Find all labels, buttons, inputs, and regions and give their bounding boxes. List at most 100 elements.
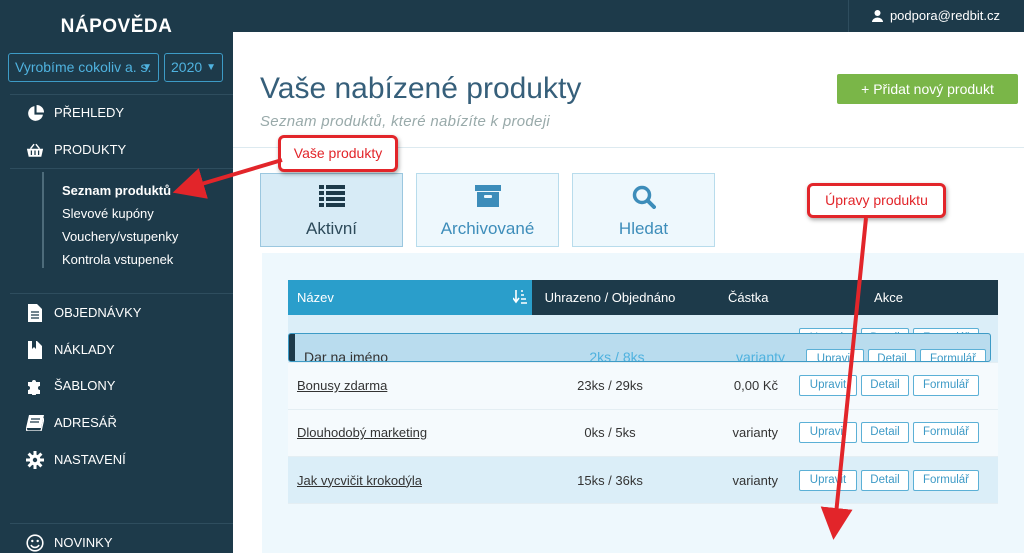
sidebar-item-adresar[interactable]: ADRESÁŘ: [0, 407, 233, 439]
divider: [848, 0, 849, 32]
bookmark-icon: [26, 341, 44, 359]
actions-cell: UpravitDetailFormulář: [779, 362, 998, 410]
puzzle-icon: [26, 377, 44, 395]
table-row: Jak vycvičit krokodýla 15ks / 36ks variant…: [288, 456, 998, 504]
archive-icon: [417, 185, 558, 211]
header-label: Název: [297, 290, 334, 305]
sidebar: NÁPOVĚDA Vyrobíme cokoliv a. s. ▼ 2020 ▼ P…: [0, 0, 233, 553]
paid-cell: 0ks / 5ks: [532, 409, 688, 457]
column-header-paid: Uhrazeno / Objednáno: [532, 280, 688, 315]
gear-icon: [26, 451, 44, 469]
sidebar-item-label: PRODUKTY: [54, 142, 127, 157]
form-button[interactable]: Formulář: [913, 375, 979, 396]
sidebar-item-objednavky[interactable]: OBJEDNÁVKY: [0, 297, 233, 329]
products-table: Název Uhrazeno / Objednáno Částka Akce A…: [288, 280, 998, 504]
sidebar-item-sablony[interactable]: ŠABLONY: [0, 370, 233, 402]
book-icon: [26, 414, 44, 432]
form-button[interactable]: Formulář: [920, 348, 986, 361]
submenu-item-vouchers[interactable]: Vouchery/vstupenky: [62, 227, 178, 247]
detail-button[interactable]: Detail: [861, 469, 909, 491]
basket-icon: [26, 141, 44, 159]
paid-cell: 15ks / 36ks: [532, 456, 688, 504]
page-subtitle: Seznam produktů, které nabízíte k prodej…: [260, 113, 550, 130]
tab-archived[interactable]: Archivované: [416, 173, 559, 247]
product-name-link[interactable]: Jak vycvičit krokodýla: [297, 473, 422, 488]
tab-search[interactable]: Hledat: [572, 173, 715, 247]
divider: [10, 293, 233, 294]
sidebar-item-prehledy[interactable]: PŘEHLEDY: [0, 97, 233, 129]
document-icon: [26, 304, 44, 322]
actions-cell: Upravit Detail Formulář: [786, 334, 990, 361]
sidebar-item-label: ŠABLONY: [54, 378, 116, 393]
sidebar-item-produkty[interactable]: PRODUKTY: [0, 134, 233, 166]
year-select-value: 2020: [171, 59, 203, 75]
product-name-cell: Jak vycvičit krokodýla: [288, 456, 532, 504]
product-name-cell: Dar na jméno: [295, 334, 539, 361]
sidebar-item-novinky[interactable]: NOVINKY: [0, 527, 233, 553]
tab-label: Archivované: [440, 219, 535, 238]
sort-icon[interactable]: [512, 290, 527, 307]
search-icon: [573, 185, 714, 211]
page-title: Vaše nabízené produkty: [260, 72, 582, 105]
form-button[interactable]: Formulář: [913, 422, 979, 444]
amount-cell: varianty: [695, 334, 786, 361]
company-select[interactable]: Vyrobíme cokoliv a. s. ▼: [8, 53, 159, 82]
smile-icon: [26, 534, 44, 552]
product-name-cell: Bonusy zdarma: [288, 362, 532, 410]
column-header-amount: Částka: [688, 280, 779, 315]
chevron-down-icon: ▼: [142, 62, 152, 73]
sidebar-item-label: NOVINKY: [54, 535, 113, 550]
add-product-button[interactable]: + Přidat nový produkt: [837, 74, 1018, 104]
table-row: Dlouhodobý marketing 0ks / 5ks varianty Upr…: [288, 409, 998, 457]
chevron-down-icon: ▼: [206, 62, 216, 73]
sidebar-title: NÁPOVĚDA: [60, 16, 173, 37]
product-name-link[interactable]: Dar na jméno: [304, 349, 388, 361]
sidebar-item-label: OBJEDNÁVKY: [54, 305, 142, 320]
paid-cell: 23ks / 29ks: [532, 362, 688, 410]
submenu-item-coupons[interactable]: Slevové kupóny: [62, 204, 154, 224]
amount-cell: varianty: [688, 456, 779, 504]
sidebar-item-label: NASTAVENÍ: [54, 452, 126, 467]
amount-cell: varianty: [688, 409, 779, 457]
divider: [10, 94, 233, 95]
form-button[interactable]: Formulář: [913, 469, 979, 491]
column-header-actions: Akce: [779, 280, 998, 315]
sidebar-item-naklady[interactable]: NÁKLADY: [0, 334, 233, 366]
paid-cell: 2ks / 8ks: [539, 334, 695, 361]
table-row: Dar na jméno 2ks / 8ks varianty Upravit Deta…: [288, 333, 991, 362]
submenu-item-ticket-check[interactable]: Kontrola vstupenek: [62, 250, 173, 270]
edit-button[interactable]: Upravit: [799, 469, 857, 491]
amount-cell: 0,00 Kč: [688, 362, 779, 410]
user-email: podpora@redbit.cz: [889, 8, 1000, 23]
top-bar: podpora@redbit.cz: [233, 0, 1024, 32]
submenu-line: [42, 172, 44, 268]
edit-button[interactable]: Upravit: [806, 348, 864, 361]
tab-active[interactable]: Aktivní: [260, 173, 403, 247]
year-select[interactable]: 2020 ▼: [164, 53, 223, 82]
callout-products: Vaše produkty: [278, 135, 398, 172]
edit-button[interactable]: Upravit: [799, 422, 857, 444]
column-header-name[interactable]: Název: [288, 280, 532, 315]
submenu-item-product-list[interactable]: Seznam produktů: [62, 181, 171, 201]
sidebar-item-label: ADRESÁŘ: [54, 415, 117, 430]
sidebar-item-nastaveni[interactable]: NASTAVENÍ: [0, 444, 233, 476]
list-icon: [261, 185, 402, 211]
product-name-link[interactable]: Dlouhodobý marketing: [297, 425, 427, 440]
detail-button[interactable]: Detail: [861, 422, 909, 444]
tab-label: Hledat: [618, 219, 669, 238]
detail-button[interactable]: Detail: [868, 348, 916, 361]
pie-chart-icon: [26, 104, 44, 122]
company-select-value: Vyrobíme cokoliv a. s.: [15, 59, 152, 75]
table-row: Bonusy zdarma 23ks / 29ks 0,00 Kč Upravit De…: [288, 362, 998, 410]
detail-button[interactable]: Detail: [861, 375, 909, 396]
product-name-cell: Dlouhodobý marketing: [288, 409, 532, 457]
user-menu[interactable]: podpora@redbit.cz: [871, 8, 1000, 23]
sidebar-item-label: NÁKLADY: [54, 342, 115, 357]
product-name-link[interactable]: Bonusy zdarma: [297, 378, 387, 393]
divider: [10, 523, 233, 524]
actions-cell: UpravitDetailFormulář: [779, 409, 998, 457]
edit-button[interactable]: Upravit: [799, 375, 857, 396]
callout-edit: Úpravy produktu: [807, 183, 946, 218]
user-icon: [871, 10, 883, 22]
table-header: Název Uhrazeno / Objednáno Částka Akce: [288, 280, 998, 315]
